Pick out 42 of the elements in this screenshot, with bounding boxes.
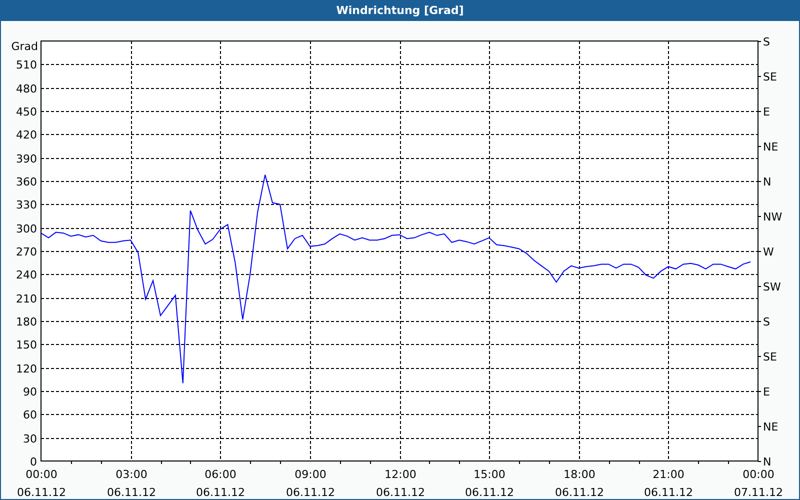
direction-label: E bbox=[763, 386, 770, 398]
x-tick-label: 03:00 06.11.12 bbox=[107, 468, 156, 499]
direction-label: SE bbox=[763, 350, 777, 364]
direction-label: W bbox=[763, 246, 774, 258]
x-tick-label: 09:00 06.11.12 bbox=[286, 468, 335, 499]
y-tick-label: 330 bbox=[16, 198, 37, 212]
y-tick-label: 450 bbox=[16, 106, 37, 118]
y-tick-label: 360 bbox=[16, 176, 37, 188]
direction-label: S bbox=[763, 36, 770, 48]
x-tick-label: 06:00 06.11.12 bbox=[196, 468, 245, 499]
x-tick-label: 00:00 07.11.12 bbox=[734, 468, 783, 499]
direction-label: NE bbox=[763, 140, 778, 154]
y-tick-label: 420 bbox=[16, 128, 37, 142]
window-title: Windrichtung [Grad] bbox=[1, 0, 799, 21]
y-tick-label: 240 bbox=[16, 268, 37, 282]
y-tick-label: 90 bbox=[23, 386, 37, 398]
x-tick-label: 15:00 06.11.12 bbox=[465, 468, 514, 499]
y-tick-label: 0 bbox=[30, 456, 37, 468]
y-tick-label: 60 bbox=[23, 408, 37, 422]
y-tick-label: 390 bbox=[16, 152, 37, 166]
direction-label: S bbox=[763, 316, 770, 328]
x-tick-label: 18:00 06.11.12 bbox=[555, 468, 604, 499]
direction-label: N bbox=[763, 456, 772, 468]
x-tick-label: 21:00 06.11.12 bbox=[644, 468, 693, 499]
y-axis-title: Grad bbox=[11, 40, 38, 53]
y-tick-label: 30 bbox=[23, 432, 37, 446]
y-tick-label: 150 bbox=[16, 338, 37, 352]
y-tick-label: 510 bbox=[16, 58, 37, 72]
direction-label: NE bbox=[763, 420, 778, 434]
y-tick-label: 270 bbox=[16, 246, 37, 258]
direction-label: NW bbox=[763, 210, 782, 224]
direction-label: SE bbox=[763, 70, 777, 84]
direction-label: SW bbox=[763, 280, 781, 294]
y-tick-label: 210 bbox=[16, 292, 37, 306]
y-tick-label: 120 bbox=[16, 362, 37, 376]
x-tick-label: 00:00 06.11.12 bbox=[17, 468, 66, 499]
direction-label: E bbox=[763, 106, 770, 118]
y-tick-label: 180 bbox=[16, 316, 37, 328]
y-tick-label: 480 bbox=[16, 82, 37, 96]
y-tick-label: 300 bbox=[16, 222, 37, 236]
x-tick-label: 12:00 06.11.12 bbox=[376, 468, 425, 499]
direction-label: N bbox=[763, 176, 772, 188]
